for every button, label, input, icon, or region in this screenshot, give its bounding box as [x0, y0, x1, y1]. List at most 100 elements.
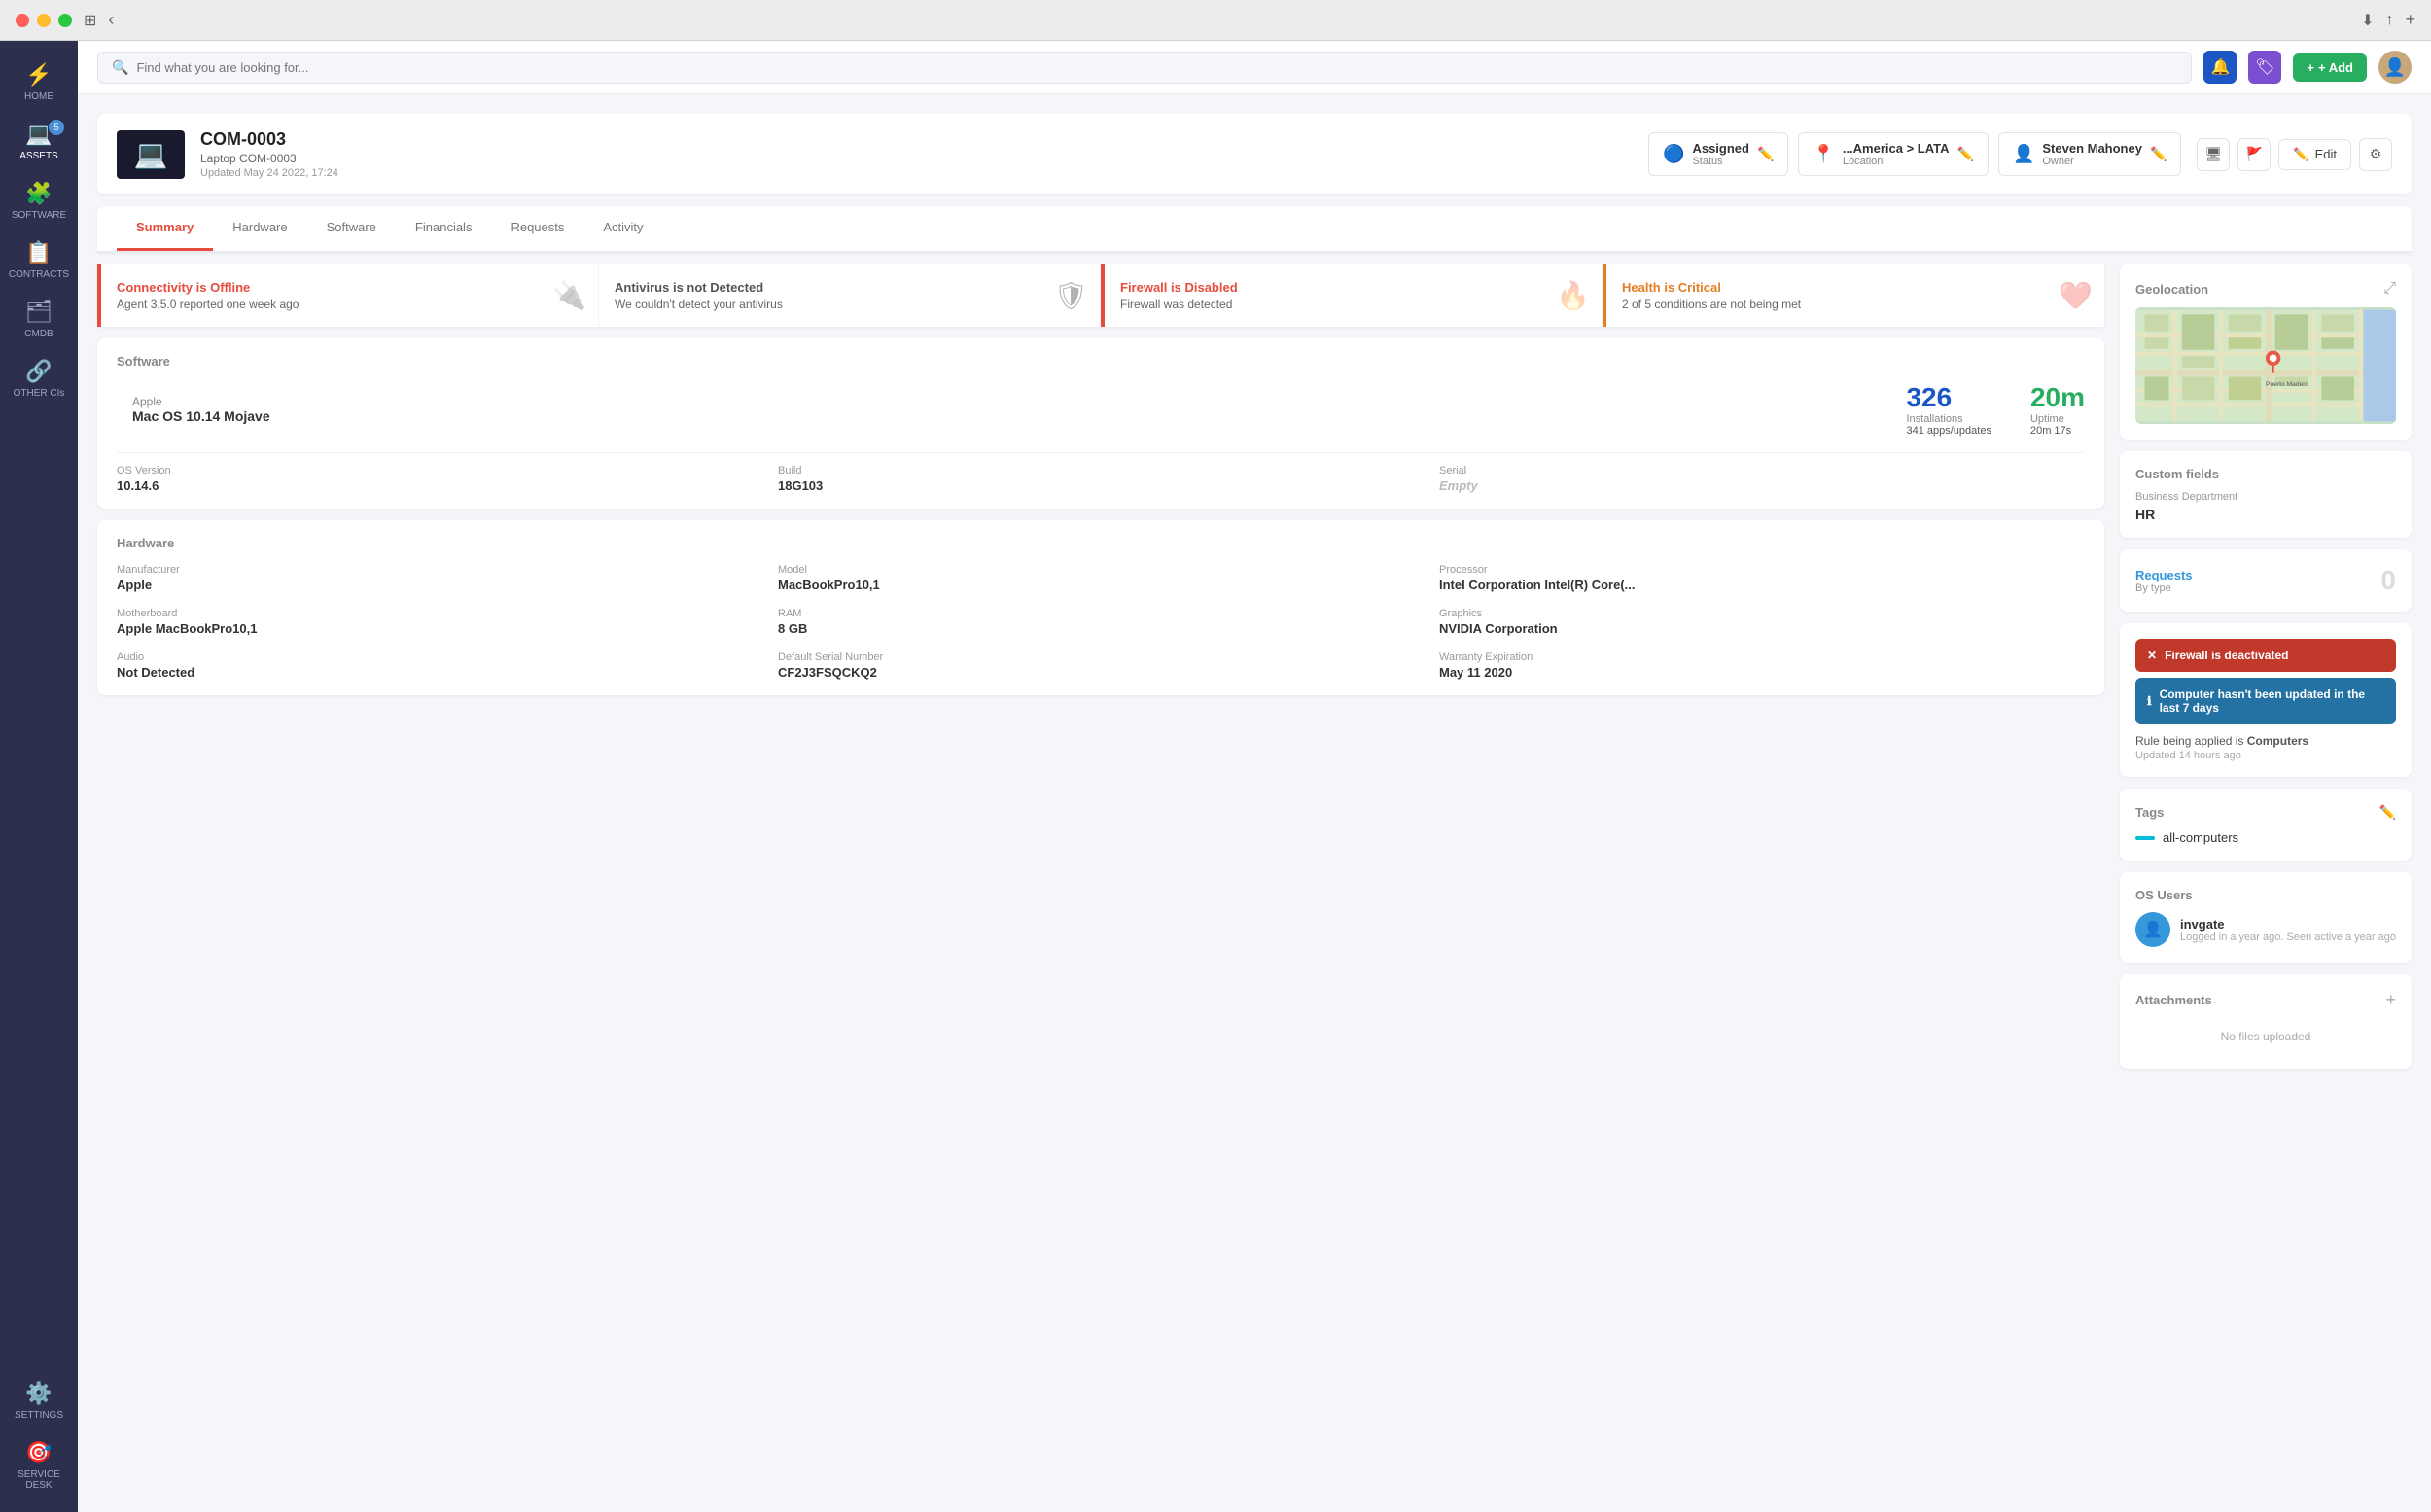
antivirus-icon: 🛡	[1053, 280, 1088, 312]
requests-title: Requests	[2135, 568, 2193, 582]
alert-firewall[interactable]: Firewall is Disabled Firewall was detect…	[1101, 264, 1603, 327]
map-svg: Puerto Madero	[2135, 307, 2396, 424]
edit-tags-icon[interactable]: ✏️	[2379, 804, 2396, 821]
download-icon: ⬇	[2361, 11, 2374, 30]
owner-label: Owner	[2042, 156, 2142, 167]
window-minimize[interactable]	[37, 14, 51, 27]
os-brand: Apple	[132, 395, 270, 408]
location-edit-icon[interactable]: ✏️	[1957, 146, 1974, 162]
build-field: Build 18G103	[778, 465, 1424, 493]
installations-stat: 326 Installations 341 apps/updates	[1906, 382, 1991, 437]
manufacturer-field: Manufacturer Apple	[117, 564, 762, 592]
health-panel: ✕ Firewall is deactivated ℹ Computer has…	[2120, 623, 2412, 777]
health-title: Health is Critical	[1622, 280, 2089, 295]
user-activity: Logged in a year ago. Seen active a year…	[2180, 932, 2396, 943]
hardware-panel: Hardware Manufacturer Apple Model MacBoo…	[97, 520, 2104, 695]
health-desc: 2 of 5 conditions are not being met	[1622, 298, 2089, 311]
os-users-title: OS Users	[2135, 888, 2396, 902]
expand-map-btn[interactable]: ⤢	[2383, 280, 2396, 298]
asset-updated: Updated May 24 2022, 17:24	[200, 167, 1633, 179]
attachments-empty: No files uploaded	[2135, 1020, 2396, 1053]
status-chip[interactable]: 🔵 Assigned Status ✏️	[1648, 132, 1788, 176]
content-scroll: 💻 COM-0003 Laptop COM-0003 Updated May 2…	[78, 94, 2431, 1512]
user-avatar-icon: 👤	[2135, 912, 2170, 947]
audio-field: Audio Not Detected	[117, 651, 762, 680]
alert-info-icon: ℹ	[2147, 694, 2152, 708]
alert-x-icon: ✕	[2147, 649, 2157, 662]
monitor-btn[interactable]: 🖥	[2197, 138, 2230, 171]
alerts-row: Connectivity is Offline Agent 3.5.0 repo…	[97, 264, 2104, 327]
software-panel: Software Apple Mac OS 10.14 Mojave 326	[97, 338, 2104, 509]
custom-fields-panel: Custom fields Business Department HR	[2120, 451, 2412, 538]
tabs-bar: Summary Hardware Software Financials Req…	[97, 206, 2412, 253]
window-sidebar-toggle[interactable]: ⊞	[84, 11, 96, 30]
uptime-stat: 20m Uptime 20m 17s	[2030, 382, 2085, 437]
main-content: 🔍 🔔 🏷 ++ Add 👤 💻 COM-0003	[78, 41, 2431, 1512]
owner-value: Steven Mahoney	[2042, 141, 2142, 156]
sidebar-item-other-cis[interactable]: 🔗 OTHER CIs	[0, 349, 78, 408]
health-alerts-list: ✕ Firewall is deactivated ℹ Computer has…	[2135, 639, 2396, 724]
graphics-field: Graphics NVIDIA Corporation	[1439, 608, 2085, 636]
serial-field: Serial Empty	[1439, 465, 2085, 493]
status-edit-icon[interactable]: ✏️	[1757, 146, 1774, 162]
connectivity-desc: Agent 3.5.0 reported one week ago	[117, 298, 582, 311]
os-version-field: OS Version 10.14.6	[117, 465, 762, 493]
requests-sub: By type	[2135, 582, 2193, 594]
tab-activity[interactable]: Activity	[583, 206, 662, 251]
sidebar-item-software[interactable]: 🧩 SOFTWARE	[0, 171, 78, 230]
sidebar-item-service-desk[interactable]: 🎯 SERVICE DESK	[0, 1430, 78, 1500]
tab-hardware[interactable]: Hardware	[213, 206, 306, 251]
tag-item: all-computers	[2135, 830, 2396, 845]
add-btn[interactable]: ++ Add	[2293, 53, 2367, 82]
search-input[interactable]	[136, 60, 2177, 75]
notification-btn[interactable]: 🔔	[2203, 51, 2237, 84]
search-bar[interactable]: 🔍	[97, 52, 2192, 84]
left-column: Connectivity is Offline Agent 3.5.0 repo…	[97, 264, 2104, 1069]
alert-connectivity[interactable]: Connectivity is Offline Agent 3.5.0 repo…	[97, 264, 599, 327]
topbar: 🔍 🔔 🏷 ++ Add 👤	[78, 41, 2431, 94]
location-chip[interactable]: 📍 ...America > LATA Location ✏️	[1798, 132, 1989, 176]
tab-summary[interactable]: Summary	[117, 206, 213, 251]
add-attachment-btn[interactable]: +	[2385, 990, 2396, 1010]
sidebar-item-settings[interactable]: ⚙️ SETTINGS	[0, 1371, 78, 1430]
attachments-panel: Attachments + No files uploaded	[2120, 974, 2412, 1069]
owner-chip[interactable]: 👤 Steven Mahoney Owner ✏️	[1998, 132, 2181, 176]
connectivity-title: Connectivity is Offline	[117, 280, 582, 295]
tab-software[interactable]: Software	[307, 206, 396, 251]
asset-meta-chips: 🔵 Assigned Status ✏️ 📍 ...America > LATA	[1648, 132, 2181, 176]
owner-edit-icon[interactable]: ✏️	[2150, 146, 2167, 162]
os-users-panel: OS Users 👤 invgate Logged in a year ago.…	[2120, 872, 2412, 963]
location-icon: 📍	[1813, 144, 1834, 164]
asset-id: COM-0003	[200, 129, 1633, 150]
tab-requests[interactable]: Requests	[491, 206, 583, 251]
asset-info: COM-0003 Laptop COM-0003 Updated May 24 …	[200, 129, 1633, 179]
add-tab-icon[interactable]: +	[2405, 10, 2415, 30]
geolocation-title: Geolocation	[2135, 282, 2208, 297]
firewall-title: Firewall is Disabled	[1120, 280, 1586, 295]
os-user-item: 👤 invgate Logged in a year ago. Seen act…	[2135, 912, 2396, 947]
location-label: Location	[1843, 156, 1950, 167]
tab-financials[interactable]: Financials	[396, 206, 492, 251]
window-close[interactable]	[16, 14, 29, 27]
business-dept-label: Business Department	[2135, 491, 2396, 503]
settings-btn[interactable]: ⚙	[2359, 138, 2392, 171]
sidebar-item-home[interactable]: ⚡ HOME	[0, 53, 78, 112]
software-details: OS Version 10.14.6 Build 18G103 Serial E…	[117, 465, 2085, 493]
alert-antivirus[interactable]: Antivirus is not Detected We couldn't de…	[599, 264, 1101, 327]
sidebar-item-contracts[interactable]: 📋 CONTRACTS	[0, 230, 78, 290]
location-value: ...America > LATA	[1843, 141, 1950, 156]
window-nav-back[interactable]: ‹	[108, 10, 114, 30]
edit-btn[interactable]: ✏️ Edit	[2278, 139, 2351, 170]
owner-icon: 👤	[2013, 144, 2034, 164]
share-icon: ↑	[2385, 12, 2393, 29]
user-avatar[interactable]: 👤	[2378, 51, 2412, 84]
tags-panel: Tags ✏️ all-computers	[2120, 789, 2412, 861]
flag-btn[interactable]: 🚩	[2237, 138, 2271, 171]
sidebar-item-cmdb[interactable]: 🗂 CMDB	[0, 290, 78, 349]
sidebar-item-assets[interactable]: 💻 ASSETS 5	[0, 112, 78, 171]
tag-btn[interactable]: 🏷	[2248, 51, 2281, 84]
window-maximize[interactable]	[58, 14, 72, 27]
os-name: Mac OS 10.14 Mojave	[132, 408, 270, 424]
user-name: invgate	[2180, 917, 2396, 932]
alert-health[interactable]: Health is Critical 2 of 5 conditions are…	[1603, 264, 2104, 327]
